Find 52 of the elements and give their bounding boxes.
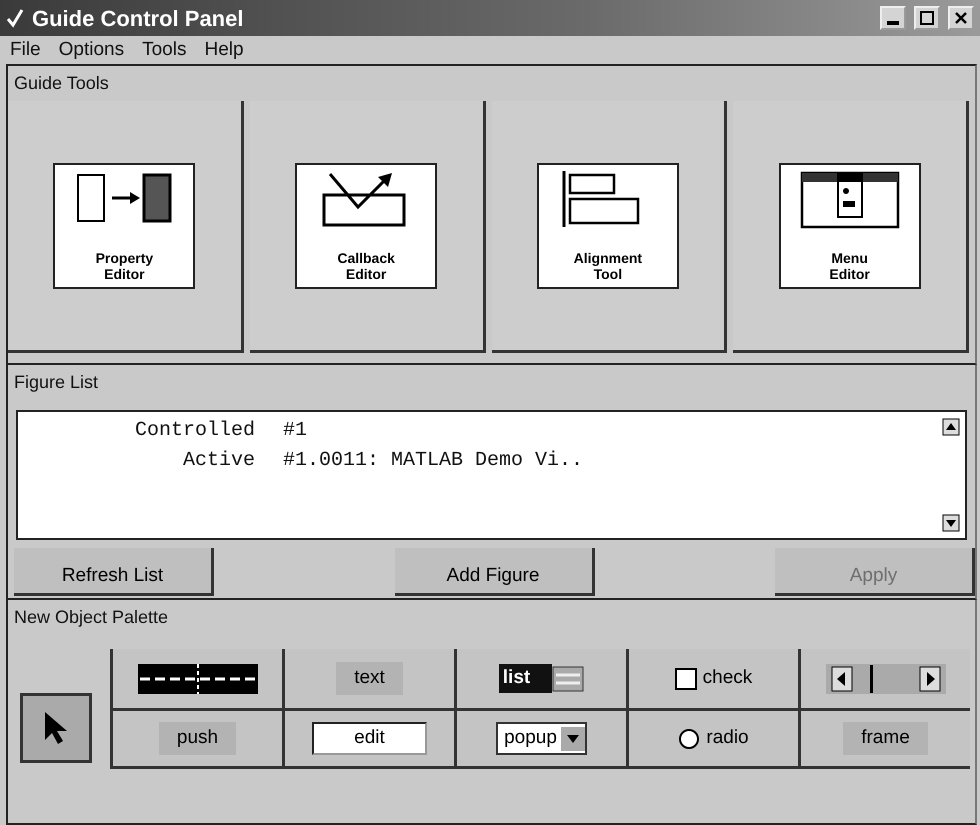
button[interactable]: Add Figure (394, 548, 594, 596)
tool-button[interactable]: Callback Editor (295, 162, 438, 288)
scroll-up-icon (942, 418, 960, 436)
list-value: #1.0011: MATLAB Demo Vi.. (283, 448, 584, 474)
list-sample: list (498, 664, 552, 693)
pointer-tool-button[interactable] (20, 693, 92, 763)
palette-tool-button[interactable]: edit (282, 711, 454, 769)
list-value: #1 (283, 418, 308, 444)
palette-tool-button[interactable]: list (454, 649, 626, 711)
menu-item[interactable]: Help (204, 36, 244, 64)
check-icon (6, 8, 24, 28)
button[interactable]: Refresh List (14, 548, 214, 596)
tool-button[interactable]: Alignment Tool (536, 162, 679, 288)
menu-item[interactable]: Options (58, 36, 124, 64)
palette-tool-button[interactable]: frame (798, 711, 970, 769)
palette-tool-button[interactable]: check (626, 649, 798, 711)
palette-tool-button[interactable]: text (282, 649, 454, 711)
tool-button[interactable]: Property Editor (53, 162, 196, 288)
scroll-down-icon (942, 514, 960, 532)
text-sample: text (336, 662, 403, 695)
slider-icon (826, 662, 946, 696)
window-menu-icon (800, 170, 900, 228)
list-label: Controlled (134, 418, 256, 444)
close-button[interactable] (948, 6, 974, 30)
palette-tool-button[interactable]: popup (454, 711, 626, 769)
dashed-bar-icon (138, 662, 258, 696)
palette-tool-button[interactable]: radio (626, 711, 798, 769)
popup-sample: popup (504, 726, 557, 750)
list-scroll-icon (552, 666, 584, 692)
list-label: Active (182, 448, 256, 474)
radio-label: radio (706, 726, 749, 750)
minimize-icon (887, 21, 899, 25)
window-title: Guide Control Panel (32, 4, 244, 32)
menu-item[interactable]: File (10, 36, 41, 64)
palette-tool-button[interactable] (798, 649, 970, 711)
panel-title: Guide Tools (13, 72, 110, 95)
panel-title: New Object Palette (13, 606, 170, 629)
tool-button[interactable]: Menu Editor (778, 162, 921, 288)
panel-title: Figure List (13, 371, 100, 394)
palette-tool-button[interactable] (110, 649, 282, 711)
figure-list-box[interactable]: Controlled #1 Active #1.0011: MATLAB Demo Vi.. (16, 410, 967, 540)
frame-sample: frame (843, 722, 928, 755)
minimize-button[interactable] (880, 6, 906, 30)
checkbox-label: check (702, 666, 752, 690)
maximize-icon (919, 10, 935, 26)
dropdown-icon (560, 726, 585, 750)
edit-sample: edit (312, 722, 427, 755)
palette-tool-button[interactable]: push (110, 711, 282, 769)
push-sample: push (158, 722, 236, 755)
menu-item[interactable]: Tools (142, 36, 186, 64)
close-icon (953, 10, 969, 26)
maximize-button[interactable] (914, 6, 940, 30)
